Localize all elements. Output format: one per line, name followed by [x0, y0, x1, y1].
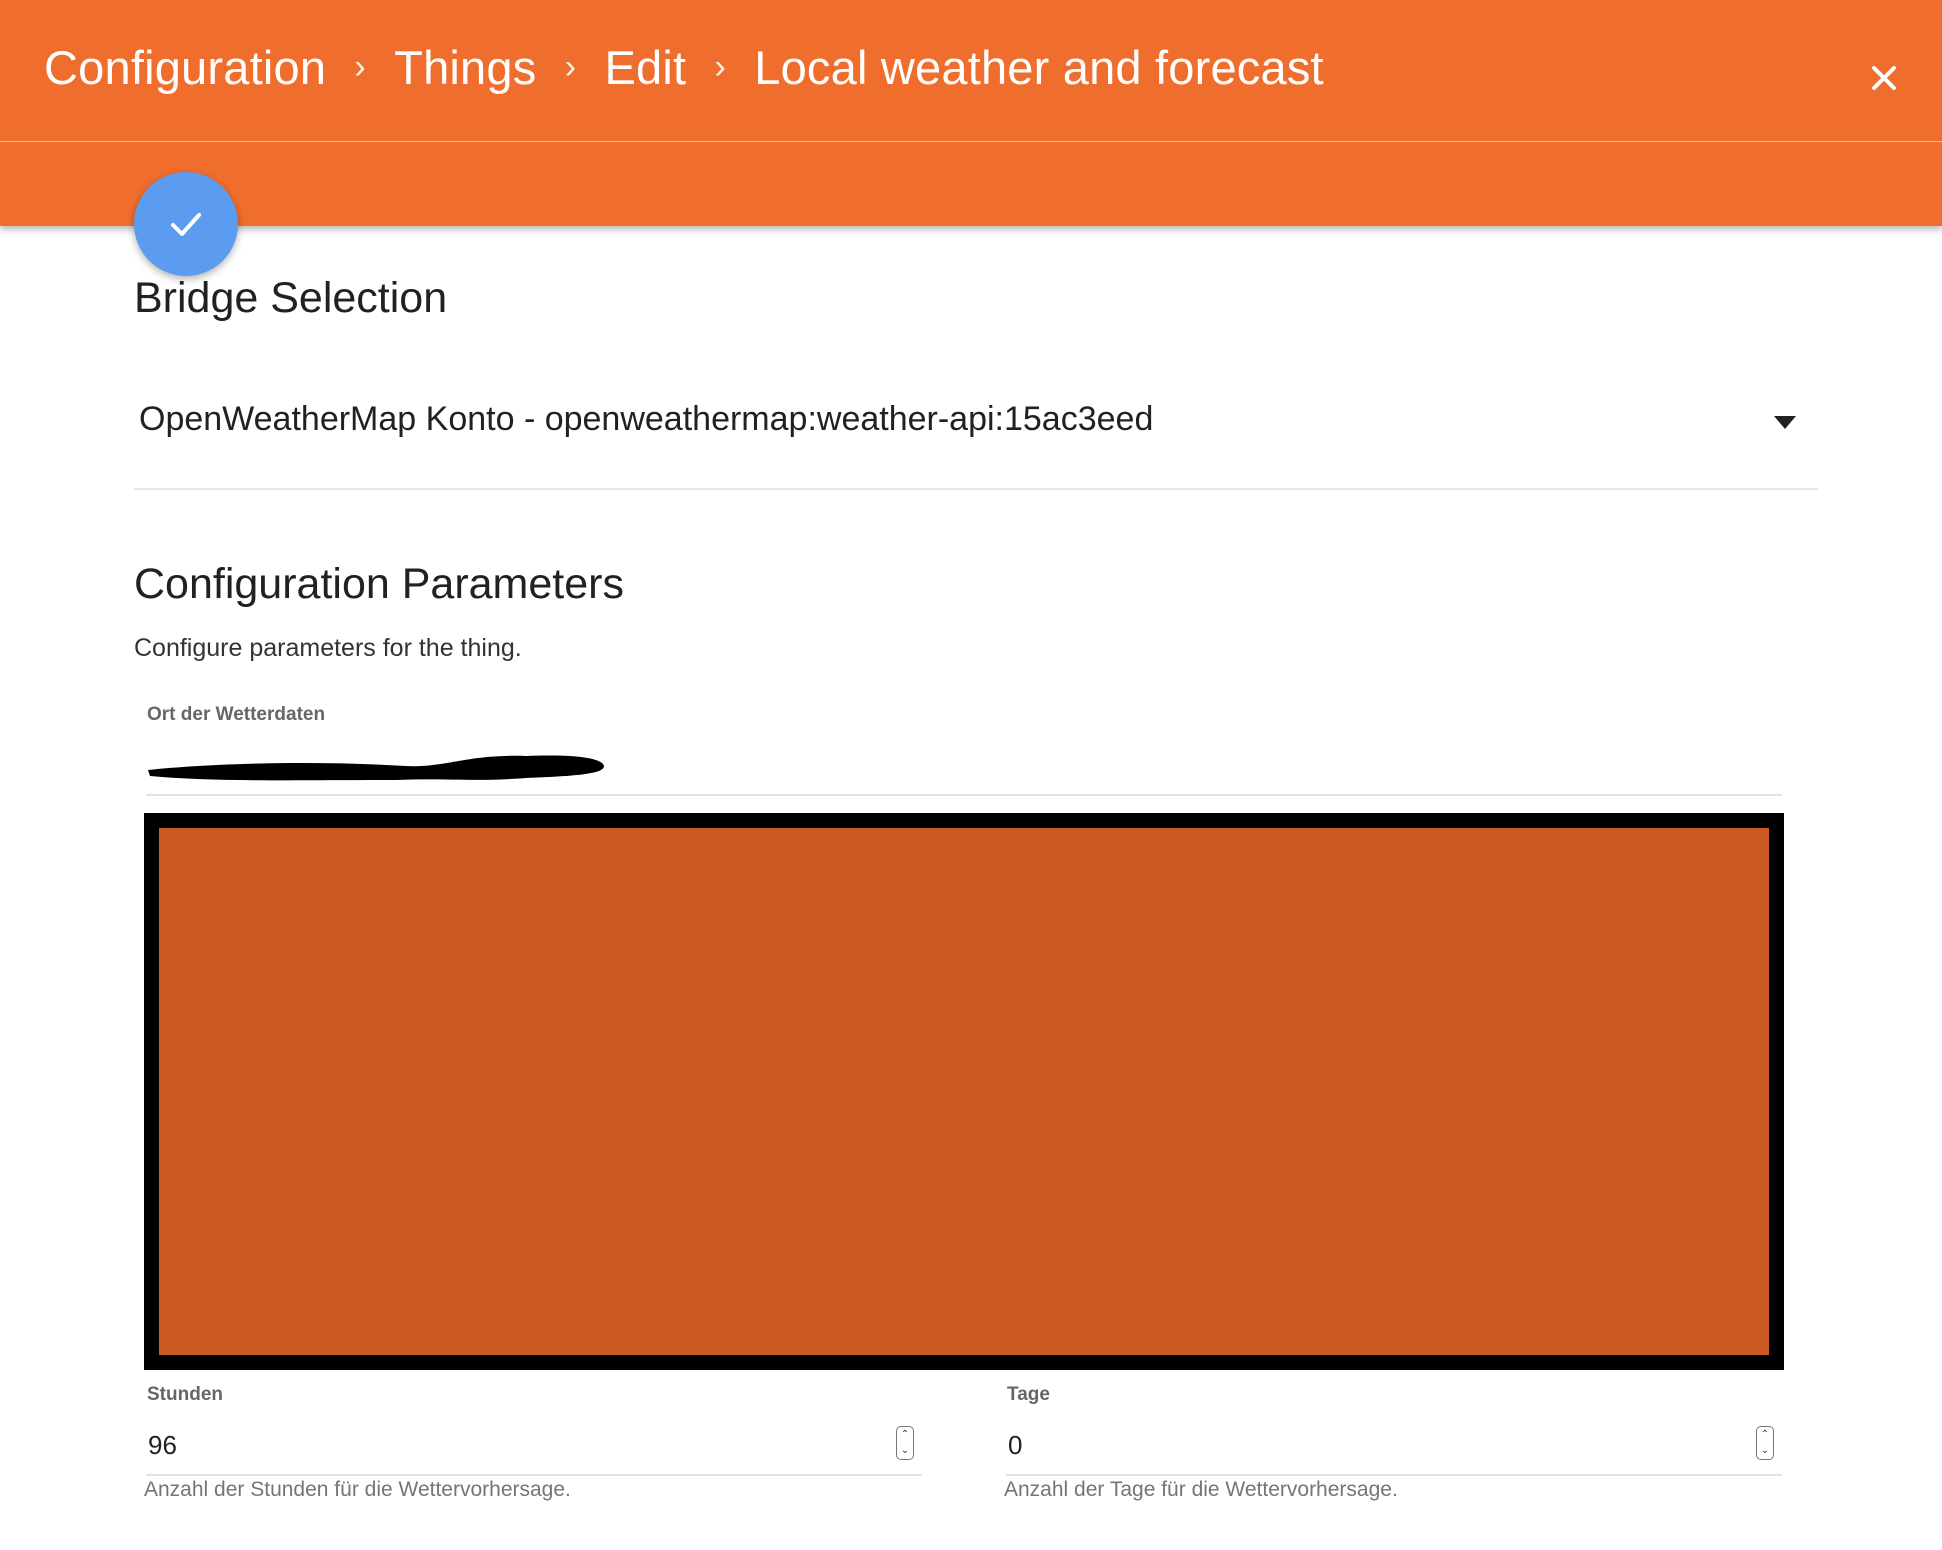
redaction-fill — [159, 828, 1769, 1355]
hours-value: 96 — [148, 1430, 177, 1460]
chevron-right-icon: › — [564, 47, 577, 86]
app-header: Configuration › Things › Edit › Local we… — [0, 0, 1942, 142]
stepper-up-icon[interactable]: ⌃ — [1761, 1430, 1769, 1440]
hours-stepper[interactable]: ⌃ ⌄ — [896, 1426, 914, 1460]
days-label: Tage — [1007, 1384, 1050, 1405]
breadcrumb-current-thing: Local weather and forecast — [754, 40, 1324, 94]
hours-hint: Anzahl der Stunden für die Wettervorhers… — [144, 1478, 571, 1501]
save-button[interactable] — [134, 172, 238, 276]
bridge-select[interactable]: OpenWeatherMap Konto - openweathermap:we… — [134, 380, 1818, 490]
hours-label: Stunden — [147, 1384, 223, 1405]
location-label: Ort der Wetterdaten — [147, 704, 326, 725]
days-hint: Anzahl der Tage für die Wettervorhersage… — [1004, 1478, 1398, 1501]
breadcrumb-things[interactable]: Things — [394, 40, 536, 95]
bridge-selected-value: OpenWeatherMap Konto - openweathermap:we… — [139, 400, 1154, 438]
breadcrumb-edit[interactable]: Edit — [604, 40, 686, 95]
stepper-down-icon[interactable]: ⌄ — [901, 1446, 909, 1456]
close-icon — [1872, 66, 1896, 90]
hours-input[interactable]: 96 ⌃ ⌄ — [146, 1420, 922, 1476]
days-stepper[interactable]: ⌃ ⌄ — [1756, 1426, 1774, 1460]
header-extension — [0, 142, 1942, 226]
check-icon — [171, 213, 201, 236]
breadcrumb: Configuration › Things › Edit › Local we… — [44, 36, 1324, 98]
stepper-down-icon[interactable]: ⌄ — [1761, 1446, 1769, 1456]
location-input[interactable] — [146, 740, 1782, 796]
redaction-scribble — [148, 755, 604, 781]
chevron-right-icon: › — [714, 47, 727, 86]
bridge-selection-title: Bridge Selection — [134, 274, 448, 322]
days-value: 0 — [1008, 1430, 1023, 1460]
dropdown-arrow-icon — [1774, 416, 1796, 429]
close-button[interactable] — [1860, 54, 1908, 102]
days-input[interactable]: 0 ⌃ ⌄ — [1006, 1420, 1782, 1476]
stepper-up-icon[interactable]: ⌃ — [901, 1430, 909, 1440]
config-parameters-title: Configuration Parameters — [134, 560, 624, 608]
breadcrumb-configuration[interactable]: Configuration — [44, 40, 326, 95]
chevron-right-icon: › — [354, 47, 366, 86]
config-parameters-subtitle: Configure parameters for the thing. — [134, 634, 522, 662]
redacted-region — [144, 813, 1784, 1370]
